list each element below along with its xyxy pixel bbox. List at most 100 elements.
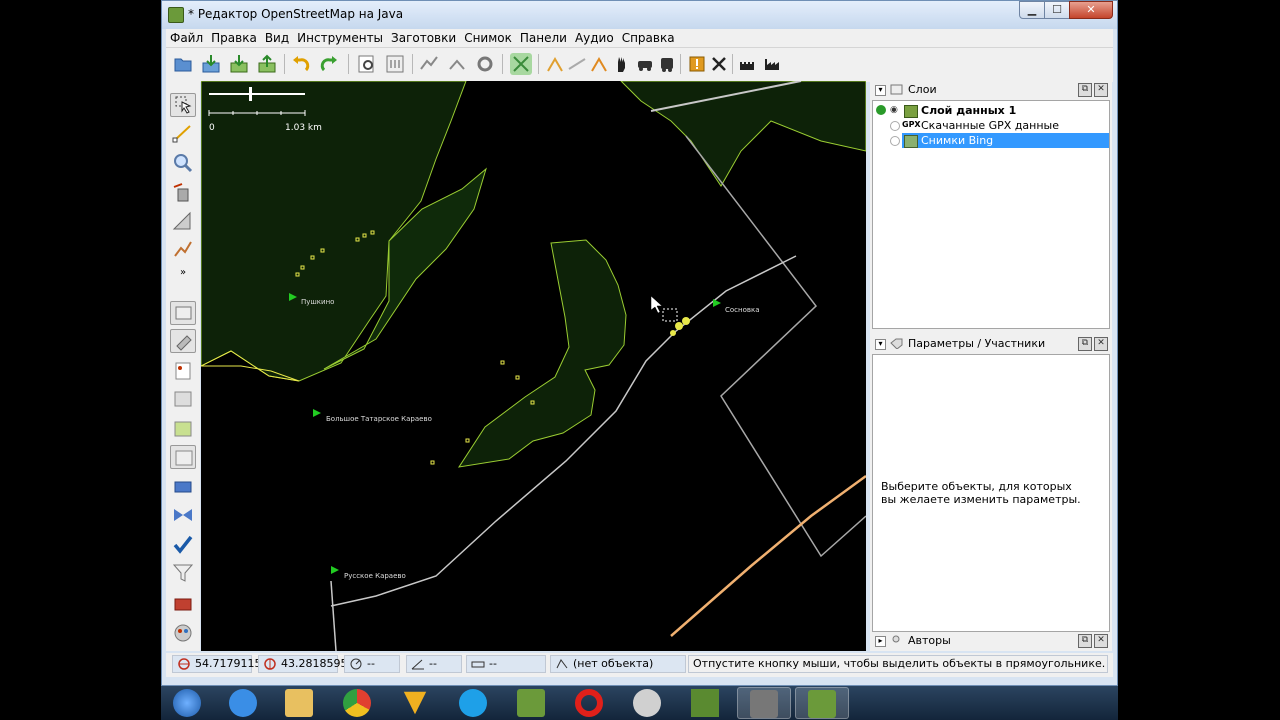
menu-file[interactable]: Файл — [166, 31, 207, 45]
factory-icon[interactable] — [762, 53, 784, 75]
reverse-way-icon[interactable] — [474, 53, 496, 75]
collapse-properties-icon[interactable]: ▾ — [875, 339, 886, 350]
menu-view[interactable]: Вид — [261, 31, 293, 45]
taskbar-chrome[interactable] — [331, 687, 385, 719]
properties-toggle-icon[interactable] — [170, 329, 196, 353]
toolbox-icon[interactable] — [170, 591, 196, 615]
split-way-icon[interactable] — [418, 53, 440, 75]
menu-tools[interactable]: Инструменты — [293, 31, 387, 45]
castle-icon[interactable] — [736, 53, 758, 75]
orthogonalize-icon[interactable] — [588, 53, 610, 75]
taskbar-ie[interactable] — [217, 687, 271, 719]
preferences-icon[interactable] — [384, 53, 406, 75]
menu-audio[interactable]: Аудио — [571, 31, 618, 45]
close-layers-icon[interactable]: ✕ — [1094, 83, 1108, 97]
detach-layers-icon[interactable]: ⧉ — [1078, 83, 1092, 97]
detach-authors-icon[interactable]: ⧉ — [1078, 634, 1092, 648]
map-canvas[interactable]: Пушкино Сосновка Большое Татарское Карае… — [201, 81, 866, 651]
start-button[interactable] — [161, 687, 215, 719]
layer-item-data[interactable]: ◉ Слой данных 1 — [873, 103, 1109, 118]
detach-properties-icon[interactable]: ⧉ — [1078, 337, 1092, 351]
opera-icon[interactable] — [575, 689, 603, 717]
open-file-icon[interactable] — [172, 53, 194, 75]
collapse-layers-icon[interactable]: ▾ — [875, 85, 886, 96]
delete-mode-icon[interactable] — [170, 181, 196, 205]
menu-imagery[interactable]: Снимок — [460, 31, 516, 45]
visibility-toggle-icon[interactable] — [890, 121, 900, 131]
menu-help[interactable]: Справка — [618, 31, 679, 45]
hand-icon[interactable] — [610, 53, 632, 75]
taskbar-josm-1[interactable] — [505, 687, 559, 719]
taskbar-usb[interactable] — [737, 687, 791, 719]
align-line-icon[interactable] — [566, 53, 588, 75]
taskbar-explorer[interactable] — [273, 687, 327, 719]
taskbar-minecraft[interactable] — [679, 687, 733, 719]
authors-panel-header[interactable]: ▸ Авторы ⧉ ✕ — [872, 632, 1112, 650]
filter-list-icon[interactable] — [170, 445, 196, 469]
eye-icon[interactable]: ◉ — [890, 105, 898, 115]
menu-presets[interactable]: Заготовки — [387, 31, 460, 45]
taskbar-opera[interactable] — [563, 687, 617, 719]
minimize-button[interactable]: ▁ — [1019, 1, 1045, 19]
align-circle-icon[interactable] — [544, 53, 566, 75]
josm-icon[interactable] — [517, 689, 545, 717]
taskbar-skype[interactable] — [447, 687, 501, 719]
properties-panel-header[interactable]: ▾ Параметры / Участники ⧉ ✕ — [872, 335, 1112, 353]
conflict-icon[interactable] — [170, 503, 196, 527]
relation-list-icon[interactable] — [170, 387, 196, 411]
upload-icon[interactable] — [256, 53, 278, 75]
taskbar-winamp[interactable] — [389, 687, 443, 719]
wireframe-icon[interactable] — [510, 53, 532, 75]
close-authors-icon[interactable]: ✕ — [1094, 634, 1108, 648]
validator-check-icon[interactable] — [170, 533, 196, 557]
menu-edit[interactable]: Правка — [207, 31, 261, 45]
improve-way-icon[interactable] — [170, 209, 196, 233]
undo-icon[interactable] — [290, 53, 312, 75]
zoom-to-icon[interactable] — [356, 53, 378, 75]
bus-icon[interactable] — [656, 53, 678, 75]
maximize-button[interactable]: ☐ — [1044, 1, 1070, 19]
josm-icon[interactable] — [808, 690, 836, 718]
close-properties-icon[interactable]: ✕ — [1094, 337, 1108, 351]
redo-icon[interactable] — [318, 53, 340, 75]
combine-way-icon[interactable] — [446, 53, 468, 75]
selection-list-icon[interactable] — [170, 359, 196, 383]
layer-item-bing[interactable]: Снимки Bing — [873, 133, 1109, 148]
delete-tool-icon[interactable] — [708, 53, 730, 75]
car-icon[interactable] — [634, 53, 656, 75]
chrome-icon[interactable] — [343, 689, 371, 717]
taskbar-paint[interactable] — [621, 687, 675, 719]
layer-item-gpx[interactable]: GPX Скачанные GPX данные — [873, 118, 1109, 133]
zoom-mode-icon[interactable] — [170, 151, 196, 175]
map-view[interactable]: Пушкино Сосновка Большое Татарское Карае… — [201, 81, 866, 651]
layer-list-toggle-icon[interactable] — [170, 301, 196, 325]
map-paint-icon[interactable] — [170, 417, 196, 441]
layers-panel-header[interactable]: ▾ Слои ⧉ ✕ — [872, 81, 1112, 99]
close-button[interactable]: ✕ — [1069, 1, 1113, 19]
usb-icon[interactable] — [750, 690, 778, 718]
parallel-mode-icon[interactable] — [170, 237, 196, 261]
expand-authors-icon[interactable]: ▸ — [875, 636, 886, 647]
select-mode-icon[interactable] — [170, 93, 196, 117]
warning-icon[interactable] — [686, 53, 708, 75]
save-icon[interactable] — [228, 53, 250, 75]
skype-icon[interactable] — [459, 689, 487, 717]
start-orb-icon[interactable] — [173, 689, 201, 717]
download-icon[interactable] — [200, 53, 222, 75]
ie-icon[interactable] — [229, 689, 257, 717]
winamp-icon[interactable] — [403, 691, 427, 715]
selected-nodes — [670, 317, 690, 336]
properties-panel-body: Выберите объекты, для которых вы желаете… — [872, 354, 1110, 632]
menu-windows[interactable]: Панели — [516, 31, 571, 45]
paint-icon[interactable] — [633, 689, 661, 717]
draw-mode-icon[interactable] — [170, 121, 196, 145]
history-icon[interactable] — [170, 475, 196, 499]
visibility-toggle-icon[interactable] — [890, 136, 900, 146]
filter-funnel-icon[interactable] — [170, 561, 196, 585]
map-style-icon[interactable] — [170, 621, 196, 645]
taskbar-josm-2[interactable] — [795, 687, 849, 719]
minecraft-icon[interactable] — [691, 689, 719, 717]
more-tools-icon[interactable]: » — [170, 265, 196, 289]
explorer-icon[interactable] — [285, 689, 313, 717]
layer-visible-check-icon[interactable] — [876, 105, 886, 115]
